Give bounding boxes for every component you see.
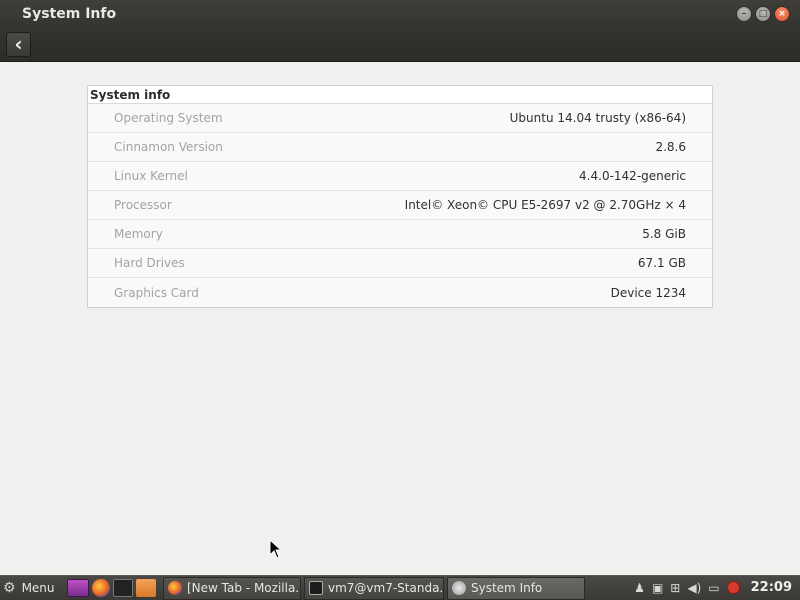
- row-label: Hard Drives: [114, 256, 185, 270]
- row-label: Operating System: [114, 111, 223, 125]
- title-bar: System Info – □ ×: [0, 0, 800, 28]
- main-content: System info Operating System Ubuntu 14.0…: [0, 62, 800, 575]
- row-label: Memory: [114, 227, 163, 241]
- taskbar: ⚙ Menu [New Tab - Mozilla... vm7@vm7-Sta…: [0, 575, 800, 600]
- info-row-hard-drives: Hard Drives 67.1 GB: [88, 249, 712, 278]
- files-launcher-icon[interactable]: [136, 579, 156, 597]
- row-value: 2.8.6: [655, 140, 686, 154]
- maximize-button[interactable]: □: [755, 6, 771, 22]
- panel-launchers: [67, 579, 156, 597]
- row-label: Graphics Card: [114, 285, 199, 300]
- clipboard-icon[interactable]: ▣: [652, 581, 663, 595]
- terminal-icon: [309, 581, 323, 595]
- close-button[interactable]: ×: [774, 6, 790, 22]
- task-terminal[interactable]: vm7@vm7-Standa...: [304, 576, 444, 600]
- task-label: System Info: [471, 581, 543, 595]
- system-info-icon: [452, 581, 466, 595]
- info-row-cinnamon-version: Cinnamon Version 2.8.6: [88, 133, 712, 162]
- menu-label: Menu: [21, 581, 55, 595]
- row-label: Processor: [114, 198, 172, 212]
- show-desktop-icon[interactable]: [67, 579, 89, 597]
- panel-header: System info: [88, 86, 712, 104]
- update-notification-icon[interactable]: [726, 581, 740, 594]
- task-firefox[interactable]: [New Tab - Mozilla...: [163, 576, 301, 600]
- system-tray: ♟ ▣ ⊞ ◀) ▭ 22:09: [634, 580, 792, 595]
- back-button[interactable]: ‹: [6, 32, 31, 57]
- row-label: Linux Kernel: [114, 169, 188, 183]
- user-icon[interactable]: ♟: [634, 581, 645, 595]
- row-value: 4.4.0-142-generic: [579, 169, 686, 183]
- window-controls: – □ ×: [736, 6, 790, 22]
- row-value: 5.8 GiB: [642, 227, 686, 241]
- chevron-left-icon: ‹: [14, 32, 23, 56]
- volume-icon[interactable]: ◀): [687, 581, 701, 595]
- network-icon[interactable]: ⊞: [670, 581, 680, 595]
- info-row-memory: Memory 5.8 GiB: [88, 220, 712, 249]
- window-list: [New Tab - Mozilla... vm7@vm7-Standa... …: [163, 576, 585, 600]
- gear-icon: ⚙: [3, 580, 16, 596]
- menu-button[interactable]: ⚙ Menu: [0, 576, 64, 600]
- terminal-launcher-icon[interactable]: [113, 579, 133, 597]
- firefox-launcher-icon[interactable]: [92, 579, 110, 597]
- task-label: vm7@vm7-Standa...: [328, 581, 444, 595]
- firefox-icon: [168, 581, 182, 595]
- system-info-panel: System info Operating System Ubuntu 14.0…: [87, 85, 713, 308]
- row-value: Intel© Xeon© CPU E5-2697 v2 @ 2.70GHz × …: [404, 198, 686, 212]
- info-row-processor: Processor Intel© Xeon© CPU E5-2697 v2 @ …: [88, 191, 712, 220]
- row-value: Device 1234: [610, 285, 686, 300]
- minimize-button[interactable]: –: [736, 6, 752, 22]
- row-value: Ubuntu 14.04 trusty (x86-64): [509, 111, 686, 125]
- window-title: System Info: [22, 6, 117, 22]
- task-system-info[interactable]: System Info: [447, 576, 585, 600]
- toolbar: ‹: [0, 28, 800, 62]
- clock[interactable]: 22:09: [751, 580, 792, 595]
- row-value: 67.1 GB: [637, 256, 686, 270]
- info-row-linux-kernel: Linux Kernel 4.4.0-142-generic: [88, 162, 712, 191]
- battery-icon[interactable]: ▭: [708, 581, 719, 595]
- task-label: [New Tab - Mozilla...: [187, 581, 301, 595]
- row-label: Cinnamon Version: [114, 140, 223, 154]
- mouse-cursor-icon: [269, 539, 283, 559]
- info-row-graphics-card: Graphics Card Device 1234: [88, 278, 712, 307]
- info-row-operating-system: Operating System Ubuntu 14.04 trusty (x8…: [88, 104, 712, 133]
